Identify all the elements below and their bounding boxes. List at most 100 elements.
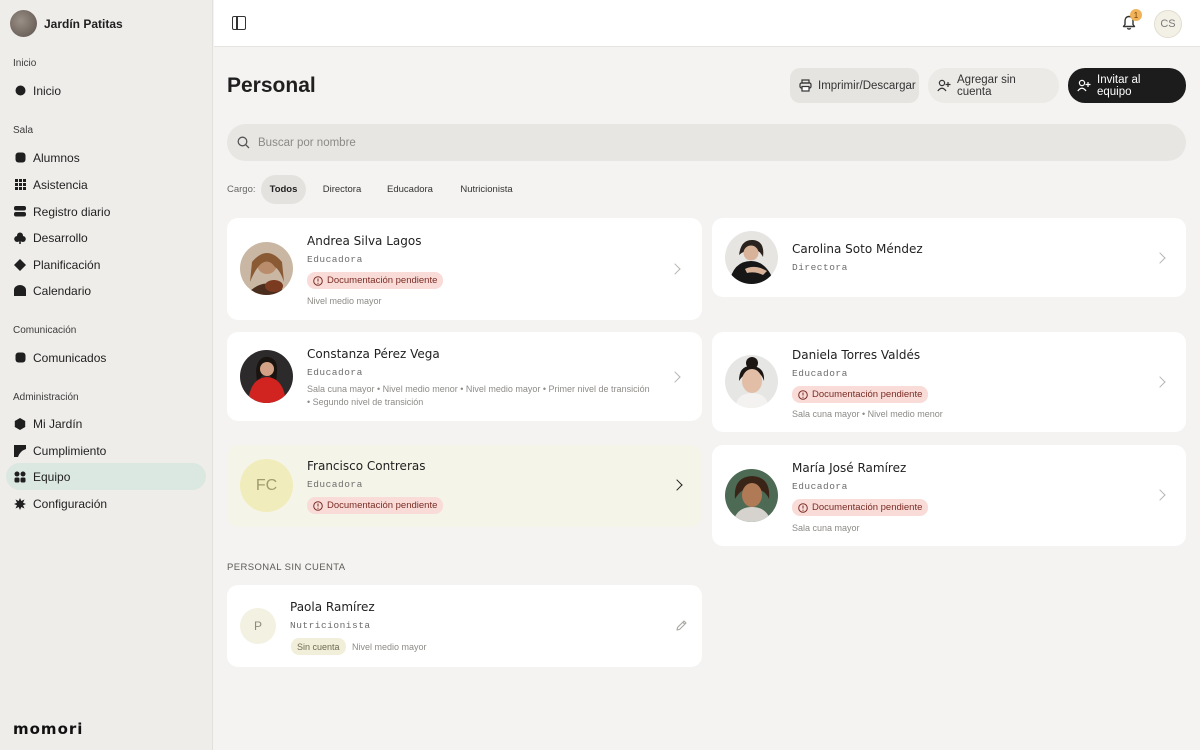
edit-pencil-icon[interactable] <box>675 619 688 632</box>
sidebar-item-registro-diario[interactable]: Registro diario <box>6 198 206 225</box>
section-title-inicio: Inicio <box>13 58 37 69</box>
staff-name: María José Ramírez <box>792 461 907 475</box>
notification-count: 1 <box>1130 9 1142 21</box>
team-icon <box>14 471 26 483</box>
school-avatar <box>10 10 37 37</box>
user-plus-icon <box>937 79 951 92</box>
staff-card-maria-jose[interactable]: María José Ramírez Educadora Documentaci… <box>712 445 1186 546</box>
add-without-account-button[interactable]: Agregar sin cuenta <box>928 68 1059 103</box>
hexagon-icon <box>14 417 26 430</box>
filter-chip-nutricionista[interactable]: Nutricionista <box>451 175 522 204</box>
staff-name: Carolina Soto Méndez <box>792 242 923 256</box>
staff-card-andrea[interactable]: Andrea Silva Lagos Educadora Documentaci… <box>227 218 702 320</box>
sidebar-item-label: Inicio <box>33 83 62 98</box>
chevron-right-icon <box>1154 252 1166 264</box>
status-badge-label: Documentación pendiente <box>327 275 438 286</box>
status-badge-label: Documentación pendiente <box>812 389 923 400</box>
sidebar-item-alumnos[interactable]: Alumnos <box>6 144 206 171</box>
alert-circle-icon <box>798 502 808 513</box>
status-badge-label: Documentación pendiente <box>327 500 438 511</box>
staff-card-francisco[interactable]: FC Francisco Contreras Educadora Documen… <box>227 445 702 527</box>
staff-name: Constanza Pérez Vega <box>307 347 440 361</box>
user-avatar[interactable]: CS <box>1154 10 1182 38</box>
staff-name: Andrea Silva Lagos <box>307 234 422 248</box>
sidebar: Jardín Patitas Inicio Inicio Sala Alumno… <box>0 0 213 750</box>
school-name: Jardín Patitas <box>44 16 123 31</box>
filter-chip-directora[interactable]: Directora <box>315 175 369 204</box>
staff-role: Educadora <box>307 254 363 265</box>
section-title-comunicacion: Comunicación <box>13 325 77 336</box>
sidebar-item-label: Registro diario <box>33 204 111 219</box>
status-badge: Documentación pendiente <box>307 272 444 289</box>
sidebar-item-asistencia[interactable]: Asistencia <box>6 171 206 198</box>
sidebar-item-desarrollo[interactable]: Desarrollo <box>6 224 206 251</box>
sidebar-item-label: Asistencia <box>33 177 88 192</box>
school-switcher[interactable]: Jardín Patitas <box>10 10 123 37</box>
sidebar-item-label: Mi Jardín <box>33 416 83 431</box>
staff-initials-avatar: FC <box>240 459 293 512</box>
sidebar-item-comunicados[interactable]: Comunicados <box>6 344 206 371</box>
staff-levels-continued: • Segundo nivel de transición <box>307 397 424 407</box>
search-input[interactable] <box>258 136 1058 149</box>
log-icon <box>14 206 26 218</box>
status-badge: Documentación pendiente <box>792 499 929 516</box>
chevron-right-icon <box>1154 489 1166 501</box>
staff-role: Educadora <box>307 479 363 490</box>
sidebar-item-configuracion[interactable]: Configuración <box>6 490 206 517</box>
invite-to-team-label: Invitar al equipo <box>1097 73 1141 98</box>
staff-card-carolina[interactable]: Carolina Soto Méndez Directora <box>712 218 1186 297</box>
chevron-right-icon <box>1154 376 1166 388</box>
status-badge-label: Documentación pendiente <box>812 502 923 513</box>
staff-card-constanza[interactable]: Constanza Pérez Vega Educadora Sala cuna… <box>227 332 702 421</box>
diamond-icon <box>14 258 26 271</box>
staff-levels: Nivel medio mayor <box>307 296 382 306</box>
sidebar-item-calendario[interactable]: Calendario <box>6 277 206 304</box>
sidebar-item-label: Planificación <box>33 257 101 272</box>
staff-name: Paola Ramírez <box>290 600 375 614</box>
staff-photo <box>725 469 778 522</box>
section-heading-no-account: PERSONAL SIN CUENTA <box>227 562 346 573</box>
staff-card-daniela[interactable]: Daniela Torres Valdés Educadora Document… <box>712 332 1186 432</box>
staff-role: Educadora <box>792 481 848 492</box>
sidebar-item-mi-jardin[interactable]: Mi Jardín <box>6 410 206 437</box>
alert-circle-icon <box>313 275 323 286</box>
staff-photo <box>725 355 778 408</box>
message-icon <box>14 352 26 364</box>
chevron-right-icon <box>669 263 681 275</box>
sidebar-toggle-icon[interactable] <box>232 16 246 30</box>
staff-role: Directora <box>792 262 848 273</box>
section-title-sala: Sala <box>13 125 34 136</box>
staff-photo <box>725 231 778 284</box>
alert-circle-icon <box>798 389 808 400</box>
sidebar-item-label: Desarrollo <box>33 230 88 245</box>
search-icon <box>237 136 250 149</box>
grid-icon <box>14 179 26 191</box>
sidebar-item-label: Equipo <box>33 469 71 484</box>
print-download-button[interactable]: Imprimir/Descargar <box>790 68 919 103</box>
sidebar-item-label: Configuración <box>33 496 108 511</box>
calendar-icon <box>14 285 26 297</box>
sidebar-item-equipo[interactable]: Equipo <box>6 463 206 490</box>
students-icon <box>14 152 26 164</box>
sidebar-item-inicio[interactable]: Inicio <box>6 77 206 104</box>
staff-initials-avatar: P <box>240 608 276 644</box>
staff-levels: Nivel medio mayor <box>352 642 427 652</box>
staff-role: Educadora <box>792 368 848 379</box>
sidebar-item-planificacion[interactable]: Planificación <box>6 251 206 278</box>
sidebar-item-label: Comunicados <box>33 350 107 365</box>
sidebar-item-label: Calendario <box>33 283 92 298</box>
sidebar-item-cumplimiento[interactable]: Cumplimiento <box>6 437 206 464</box>
printer-icon <box>799 79 812 92</box>
invite-to-team-button[interactable]: Invitar al equipo <box>1068 68 1186 103</box>
add-without-account-label: Agregar sin cuenta <box>957 73 1016 98</box>
no-account-badge: Sin cuenta <box>291 638 346 655</box>
staff-photo <box>240 350 293 403</box>
staff-role: Nutricionista <box>290 620 371 631</box>
filter-chip-educadora[interactable]: Educadora <box>379 175 441 204</box>
gear-icon <box>14 497 26 510</box>
filter-chip-todos[interactable]: Todos <box>261 175 306 204</box>
status-badge: Documentación pendiente <box>792 386 929 403</box>
print-download-label: Imprimir/Descargar <box>818 79 916 92</box>
staff-card-paola[interactable]: P Paola Ramírez Nutricionista Sin cuenta… <box>227 585 702 667</box>
app-logo: momori <box>13 720 84 738</box>
